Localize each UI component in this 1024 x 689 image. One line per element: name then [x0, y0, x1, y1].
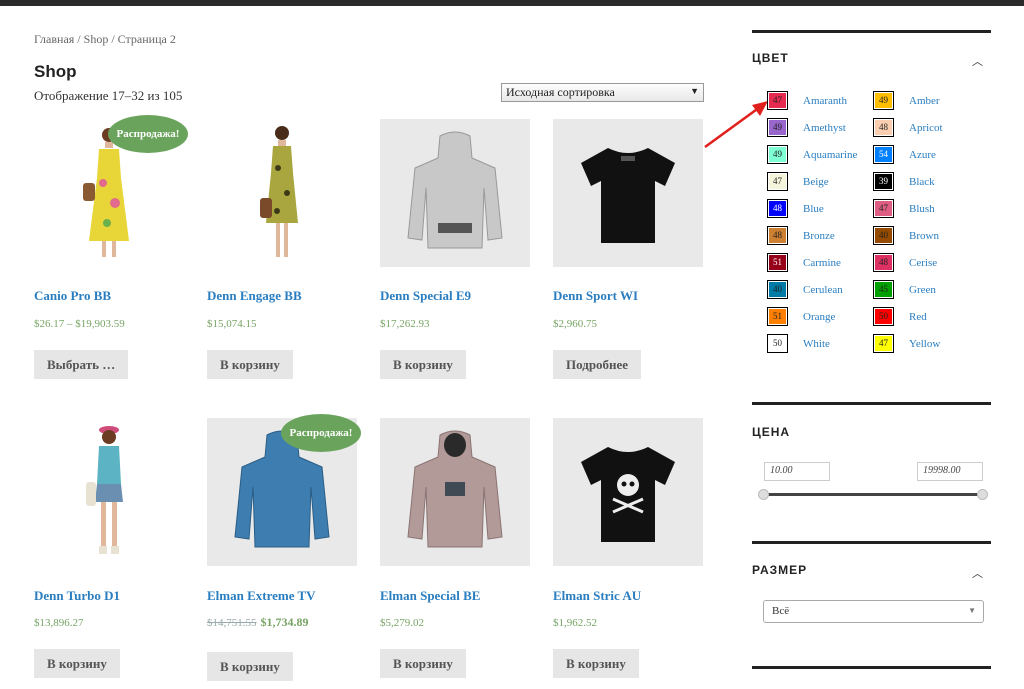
color-filter-beige[interactable]: 47 Beige — [767, 172, 829, 191]
color-filter-cerise[interactable]: 48 Cerise — [873, 253, 937, 272]
hoodie-icon — [407, 430, 503, 548]
color-filter-blue[interactable]: 48 Blue — [767, 199, 824, 218]
sort-select-value: Исходная сортировка — [506, 85, 615, 99]
annotation-arrow-icon — [704, 101, 768, 149]
result-count: Отображение 17–32 из 105 — [34, 88, 183, 103]
product-image[interactable] — [34, 418, 184, 566]
hoodie-icon — [407, 131, 503, 249]
tshirt-icon — [581, 148, 675, 243]
price-slider-max-handle[interactable] — [977, 489, 988, 500]
read-more-button[interactable]: Подробнее — [553, 350, 642, 379]
product-card: Denn Engage BB $15,074.15 В корзину — [207, 119, 357, 384]
sale-price: $1,734.89 — [260, 615, 309, 629]
price-slider-track[interactable] — [763, 493, 983, 496]
product-image[interactable] — [207, 119, 357, 267]
chevron-up-icon[interactable]: ︿ — [972, 53, 983, 69]
add-to-cart-button[interactable]: В корзину — [380, 649, 466, 678]
color-filter-apricot[interactable]: 48 Apricot — [873, 118, 943, 137]
product-title[interactable]: Denn Engage BB — [207, 288, 302, 304]
widget-divider — [752, 30, 991, 33]
dress-model-icon — [260, 126, 298, 257]
widget-title-color: ЦВЕТ — [752, 51, 789, 65]
breadcrumb-shop[interactable]: Shop — [84, 32, 109, 46]
add-to-cart-button[interactable]: В корзину — [207, 652, 293, 681]
product-price: $1,962.52 — [553, 617, 597, 629]
product-card: Denn Turbo D1 $13,896.27 В корзину — [34, 418, 184, 683]
product-card: Denn Sport WI $2,960.75 Подробнее — [553, 119, 703, 384]
color-filter-yellow[interactable]: 47 Yellow — [873, 334, 940, 353]
color-filter-amaranth[interactable]: 47 Amaranth — [767, 91, 847, 110]
product-price: $26.17 – $19,903.59 — [34, 318, 125, 330]
product-title[interactable]: Denn Sport WI — [553, 288, 638, 304]
price-slider-min-handle[interactable] — [758, 489, 769, 500]
chevron-up-icon[interactable]: ︿ — [972, 565, 983, 581]
widget-divider — [752, 666, 991, 669]
dropdown-arrow-icon: ▼ — [690, 86, 699, 96]
widget-title-price: ЦЕНА — [752, 425, 791, 439]
color-filter-white[interactable]: 50 White — [767, 334, 830, 353]
product-price: $15,074.15 — [207, 318, 257, 330]
product-image[interactable] — [553, 119, 703, 267]
product-price: $14,751.55 $1,734.89 — [207, 615, 309, 630]
product-title[interactable]: Elman Special BE — [380, 588, 480, 604]
top-bar — [0, 0, 1024, 6]
price-min-input[interactable]: 10.00 — [764, 462, 830, 481]
add-to-cart-button[interactable]: В корзину — [553, 649, 639, 678]
color-filter-aquamarine[interactable]: 49 Aquamarine — [767, 145, 857, 164]
product-price: $5,279.02 — [380, 617, 424, 629]
product-image[interactable] — [380, 119, 530, 267]
color-filter-cerulean[interactable]: 40 Cerulean — [767, 280, 843, 299]
dropdown-arrow-icon: ▼ — [968, 606, 976, 615]
product-title[interactable]: Denn Special E9 — [380, 288, 471, 304]
product-card: Denn Special E9 $17,262.93 В корзину — [380, 119, 530, 384]
widget-divider — [752, 402, 991, 405]
product-card: Распродажа! Canio Pro BB $26.17 – $19,90… — [34, 115, 188, 384]
breadcrumb-current: Страница 2 — [117, 32, 176, 46]
color-filter-azure[interactable]: 54 Azure — [873, 145, 936, 164]
add-to-cart-button[interactable]: В корзину — [380, 350, 466, 379]
product-title[interactable]: Elman Stric AU — [553, 588, 641, 604]
color-filter-green[interactable]: 45 Green — [873, 280, 936, 299]
widget-divider — [752, 541, 991, 544]
price-max-input[interactable]: 19998.00 — [917, 462, 983, 481]
product-image[interactable] — [380, 418, 530, 566]
product-price: $13,896.27 — [34, 617, 84, 629]
color-filter-bronze[interactable]: 48 Bronze — [767, 226, 835, 245]
color-filter-brown[interactable]: 40 Brown — [873, 226, 939, 245]
product-title[interactable]: Elman Extreme TV — [207, 588, 316, 604]
sale-badge: Распродажа! — [108, 115, 188, 153]
color-filter-red[interactable]: 50 Red — [873, 307, 927, 326]
product-price: $17,262.93 — [380, 318, 430, 330]
sale-badge: Распродажа! — [281, 414, 361, 452]
page-title: Shop — [34, 62, 77, 81]
product-price: $2,960.75 — [553, 318, 597, 330]
widget-title-size: РАЗМЕР — [752, 563, 808, 577]
product-title[interactable]: Denn Turbo D1 — [34, 588, 120, 604]
size-select-value: Всё — [772, 605, 790, 617]
product-image[interactable] — [553, 418, 703, 566]
color-filter-carmine[interactable]: 51 Carmine — [767, 253, 841, 272]
color-filter-black[interactable]: 39 Black — [873, 172, 935, 191]
color-filter-amethyst[interactable]: 49 Amethyst — [767, 118, 846, 137]
model-icon — [86, 426, 123, 554]
size-select[interactable]: Всё ▼ — [763, 600, 984, 623]
product-card: Elman Special BE $5,279.02 В корзину — [380, 418, 530, 683]
product-card: Elman Stric AU $1,962.52 В корзину — [553, 418, 703, 683]
breadcrumb: Главная / Shop / Страница 2 — [34, 32, 176, 46]
product-title[interactable]: Canio Pro BB — [34, 288, 111, 304]
color-filter-orange[interactable]: 51 Orange — [767, 307, 835, 326]
color-filter-blush[interactable]: 47 Blush — [873, 199, 935, 218]
add-to-cart-button[interactable]: В корзину — [207, 350, 293, 379]
breadcrumb-home[interactable]: Главная — [34, 32, 74, 46]
tshirt-skull-icon — [581, 447, 675, 542]
select-options-button[interactable]: Выбрать … — [34, 350, 129, 379]
old-price: $14,751.55 — [207, 617, 257, 629]
add-to-cart-button[interactable]: В корзину — [34, 649, 120, 678]
color-filter-amber[interactable]: 49 Amber — [873, 91, 940, 110]
product-card: Распродажа! Elman Extreme TV $14,751.55 $… — [207, 414, 361, 683]
sort-select[interactable]: Исходная сортировка ▼ — [501, 83, 704, 102]
